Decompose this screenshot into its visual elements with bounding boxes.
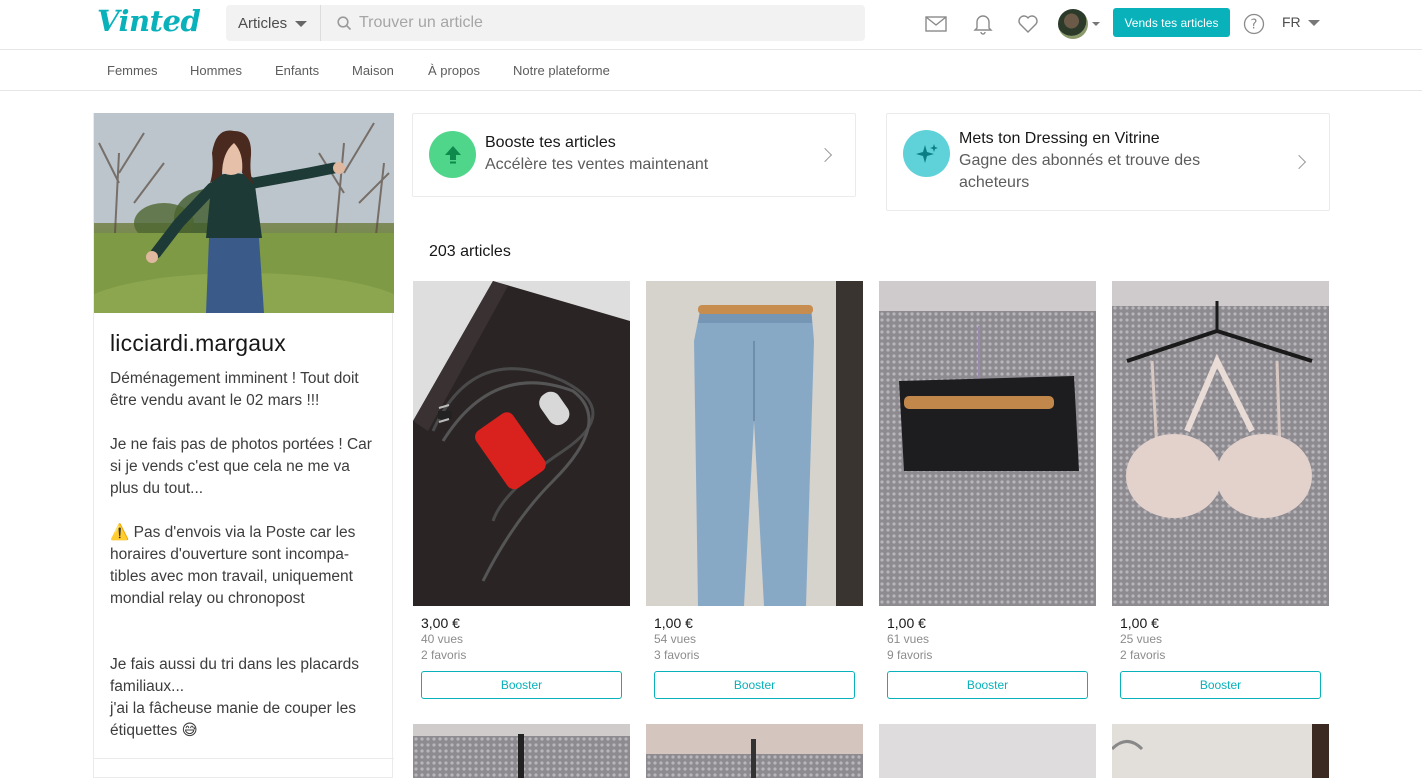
item-card[interactable]: 1,00 € 54 vues 3 favoris Booster bbox=[646, 281, 863, 699]
item-photo[interactable] bbox=[1112, 281, 1329, 606]
search-icon bbox=[329, 5, 359, 41]
divider bbox=[94, 758, 394, 759]
item-photo[interactable] bbox=[1112, 724, 1329, 778]
item-photo[interactable] bbox=[413, 724, 630, 778]
heart-icon[interactable] bbox=[1016, 12, 1040, 36]
item-photo[interactable] bbox=[879, 724, 1096, 778]
search-input[interactable] bbox=[359, 14, 859, 32]
item-photo[interactable] bbox=[646, 281, 863, 606]
item-favorites: 2 favoris bbox=[421, 648, 467, 662]
svg-text:?: ? bbox=[1251, 18, 1258, 33]
item-price: 1,00 € bbox=[887, 615, 926, 631]
promo-subtitle: Gagne des abonnés et trouve des acheteur… bbox=[959, 152, 1201, 191]
nav-item-notre-plateforme[interactable]: Notre plateforme bbox=[513, 63, 610, 78]
showcase-promo-card[interactable]: Mets ton Dressing en Vitrine Gagne des a… bbox=[886, 113, 1330, 211]
booster-button[interactable]: Booster bbox=[421, 671, 622, 699]
nav-item-femmes[interactable]: Femmes bbox=[107, 63, 158, 78]
item-favorites: 2 favoris bbox=[1120, 648, 1166, 662]
item-price: 1,00 € bbox=[1120, 615, 1159, 631]
sparkle-icon bbox=[903, 130, 950, 177]
item-views: 54 vues bbox=[654, 632, 697, 646]
nav-item-a-propos[interactable]: À propos bbox=[428, 63, 480, 78]
avatar bbox=[1058, 9, 1088, 39]
user-menu[interactable] bbox=[1058, 9, 1100, 39]
chevron-right-icon bbox=[817, 147, 833, 163]
chevron-down-icon bbox=[1092, 22, 1100, 26]
nav-item-enfants[interactable]: Enfants bbox=[275, 63, 319, 78]
item-photo[interactable] bbox=[413, 281, 630, 606]
promo-title: Booste tes articles bbox=[485, 134, 616, 151]
item-photo[interactable] bbox=[646, 724, 863, 778]
item-card[interactable]: 3,00 € 40 vues 2 favoris Booster bbox=[413, 281, 630, 699]
top-header: Vinted Articles Vends tes articles ? FR bbox=[0, 0, 1422, 50]
search-bar: Articles bbox=[226, 5, 865, 41]
item-views: 61 vues bbox=[887, 632, 930, 646]
language-label: FR bbox=[1282, 14, 1301, 30]
bell-icon[interactable] bbox=[971, 12, 995, 36]
item-price: 3,00 € bbox=[421, 615, 460, 631]
profile-username: licciardi.margaux bbox=[110, 330, 286, 356]
search-category-select[interactable]: Articles bbox=[226, 5, 321, 41]
profile-bio: Déménagement imminent ! Tout doit être v… bbox=[110, 370, 372, 739]
articles-count: 203 articles bbox=[429, 243, 511, 260]
promo-subtitle: Accélère tes ventes maintenant bbox=[485, 156, 709, 173]
sell-items-button[interactable]: Vends tes articles bbox=[1113, 8, 1230, 37]
chevron-down-icon bbox=[295, 21, 308, 27]
booster-button[interactable]: Booster bbox=[887, 671, 1088, 699]
item-photo[interactable] bbox=[879, 281, 1096, 606]
help-icon[interactable]: ? bbox=[1242, 12, 1266, 36]
arrow-up-icon bbox=[429, 131, 476, 178]
nav-item-hommes[interactable]: Hommes bbox=[190, 63, 242, 78]
chevron-down-icon bbox=[1307, 20, 1320, 26]
chevron-right-icon bbox=[1291, 154, 1307, 170]
nav-item-maison[interactable]: Maison bbox=[352, 63, 394, 78]
item-card[interactable]: 1,00 € 61 vues 9 favoris Booster bbox=[879, 281, 1096, 699]
language-select[interactable]: FR bbox=[1282, 14, 1320, 30]
booster-button[interactable]: Booster bbox=[654, 671, 855, 699]
item-views: 40 vues bbox=[421, 632, 464, 646]
profile-photo[interactable] bbox=[94, 113, 394, 313]
promo-title: Mets ton Dressing en Vitrine bbox=[959, 130, 1160, 147]
vinted-logo[interactable]: Vinted bbox=[97, 4, 201, 38]
mail-icon[interactable] bbox=[924, 12, 948, 36]
profile-card: licciardi.margaux Déménagement imminent … bbox=[93, 113, 394, 778]
item-favorites: 3 favoris bbox=[654, 648, 700, 662]
item-favorites: 9 favoris bbox=[887, 648, 933, 662]
booster-button[interactable]: Booster bbox=[1120, 671, 1321, 699]
category-nav: Femmes Hommes Enfants Maison À propos No… bbox=[0, 50, 1422, 91]
item-price: 1,00 € bbox=[654, 615, 693, 631]
search-category-label: Articles bbox=[238, 14, 288, 32]
item-card[interactable]: 1,00 € 25 vues 2 favoris Booster bbox=[1112, 281, 1329, 699]
item-views: 25 vues bbox=[1120, 632, 1163, 646]
boost-promo-card[interactable]: Booste tes articles Accélère tes ventes … bbox=[412, 113, 856, 197]
